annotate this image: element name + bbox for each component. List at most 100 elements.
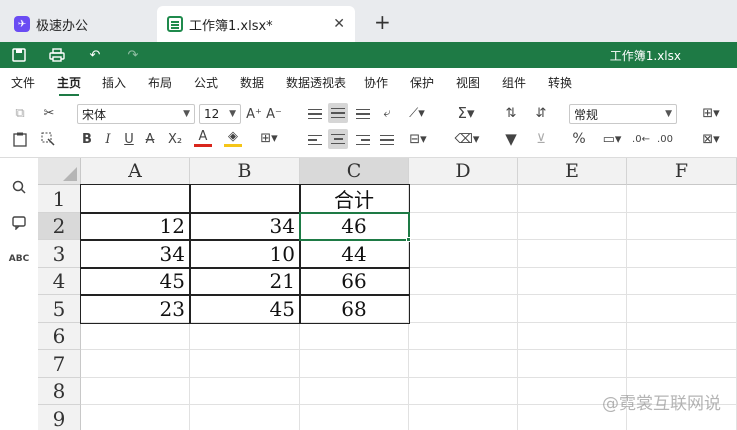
cell-c3[interactable]: 44	[300, 240, 409, 268]
cell-b1[interactable]	[190, 185, 300, 213]
copy-icon[interactable]: ⧉	[12, 105, 28, 121]
search-icon[interactable]	[10, 178, 28, 196]
cell-d7[interactable]	[409, 350, 518, 378]
cell-a8[interactable]	[81, 378, 190, 405]
paste-icon[interactable]	[12, 131, 28, 147]
menu-layout[interactable]: 布局	[148, 74, 172, 91]
menu-components[interactable]: 组件	[502, 74, 526, 91]
menu-collaborate[interactable]: 协作	[364, 74, 388, 91]
menu-formula[interactable]: 公式	[194, 74, 218, 91]
cell-b3[interactable]: 10	[190, 240, 300, 268]
italic-button[interactable]: I	[100, 131, 116, 147]
cell-e4[interactable]	[518, 268, 627, 295]
cell-e6[interactable]	[518, 323, 627, 350]
cell-f3[interactable]	[627, 240, 737, 268]
column-header-e[interactable]: E	[518, 158, 627, 185]
subscript-button[interactable]: X₂	[162, 131, 188, 147]
increase-decimal-icon[interactable]: .0←	[632, 130, 650, 148]
row-header-1[interactable]: 1	[38, 185, 81, 213]
cell-e2[interactable]	[518, 213, 627, 240]
cell-c1[interactable]: 合计	[300, 185, 409, 213]
row-header-7[interactable]: 7	[38, 350, 81, 378]
cell-a5[interactable]: 23	[81, 295, 190, 323]
cell-f5[interactable]	[627, 295, 737, 323]
cell-f4[interactable]	[627, 268, 737, 295]
cell-b4[interactable]: 21	[190, 268, 300, 295]
justify-icon[interactable]	[378, 132, 396, 148]
column-header-d[interactable]: D	[409, 158, 518, 185]
cell-e5[interactable]	[518, 295, 627, 323]
cut-icon[interactable]: ✂	[40, 104, 58, 122]
row-header-6[interactable]: 6	[38, 323, 81, 350]
cell-c2[interactable]: 46	[300, 213, 409, 240]
sum-icon[interactable]: Σ▾	[452, 104, 480, 122]
column-header-c[interactable]: C	[300, 158, 409, 185]
cell-b7[interactable]	[190, 350, 300, 378]
wrap-text-icon[interactable]: ⤶	[378, 104, 396, 122]
cell-e1[interactable]	[518, 185, 627, 213]
sort-descending-icon[interactable]: ⇵	[532, 104, 550, 122]
cell-a7[interactable]	[81, 350, 190, 378]
cell-b6[interactable]	[190, 323, 300, 350]
cell-b5[interactable]: 45	[190, 295, 300, 323]
strikethrough-button[interactable]: A	[142, 131, 158, 147]
delete-cells-icon[interactable]: ⊠▾	[696, 130, 726, 148]
menu-file[interactable]: 文件	[11, 74, 35, 91]
cell-b8[interactable]	[190, 378, 300, 405]
menu-pivot-table[interactable]: 数据透视表	[286, 74, 346, 91]
bold-button[interactable]: B	[79, 131, 95, 147]
cell-c4[interactable]: 66	[300, 268, 409, 295]
insert-cells-icon[interactable]: ⊞▾	[696, 104, 726, 122]
row-header-5[interactable]: 5	[38, 295, 81, 323]
percent-button[interactable]: %	[570, 130, 588, 148]
row-header-3[interactable]: 3	[38, 240, 81, 268]
cell-f7[interactable]	[627, 350, 737, 378]
font-color-button[interactable]: A	[194, 129, 212, 147]
align-left-icon[interactable]	[306, 132, 324, 148]
cell-b2[interactable]: 34	[190, 213, 300, 240]
spellcheck-icon[interactable]: ABC	[9, 250, 29, 268]
row-header-2[interactable]: 2	[38, 213, 81, 240]
font-name-select[interactable]: 宋体 ▼	[77, 104, 195, 124]
cell-e3[interactable]	[518, 240, 627, 268]
cell-d8[interactable]	[409, 378, 518, 405]
underline-button[interactable]: U	[121, 131, 137, 147]
row-header-4[interactable]: 4	[38, 268, 81, 295]
cell-c6[interactable]	[300, 323, 409, 350]
redo-icon[interactable]: ↷	[124, 46, 142, 64]
cell-a3[interactable]: 34	[81, 240, 190, 268]
cell-d1[interactable]	[409, 185, 518, 213]
menu-view[interactable]: 视图	[456, 74, 480, 91]
orientation-icon[interactable]: ⟋▾	[402, 104, 432, 122]
menu-home[interactable]: 主页	[57, 74, 81, 96]
menu-protect[interactable]: 保护	[410, 74, 434, 91]
menu-insert[interactable]: 插入	[102, 74, 126, 91]
cell-d3[interactable]	[409, 240, 518, 268]
align-right-icon[interactable]	[354, 132, 372, 148]
row-header-8[interactable]: 8	[38, 378, 81, 405]
number-format-select[interactable]: 常规 ▼	[569, 104, 677, 124]
row-header-9[interactable]: 9	[38, 405, 81, 430]
close-icon[interactable]: ✕	[333, 16, 345, 32]
cell-c9[interactable]	[300, 405, 409, 430]
cell-a1[interactable]	[81, 185, 190, 213]
cell-a6[interactable]	[81, 323, 190, 350]
shrink-font-button[interactable]: A⁻	[265, 105, 283, 123]
undo-icon[interactable]: ↶	[86, 46, 104, 64]
cell-a2[interactable]: 12	[81, 213, 190, 240]
align-center-icon[interactable]	[328, 129, 348, 149]
fill-color-icon[interactable]: ◈	[224, 129, 242, 147]
cell-f2[interactable]	[627, 213, 737, 240]
cell-c5[interactable]: 68	[300, 295, 409, 323]
cell-a9[interactable]	[81, 405, 190, 430]
grow-font-button[interactable]: A⁺	[245, 105, 263, 123]
decrease-decimal-icon[interactable]: .00	[656, 130, 674, 148]
menu-data[interactable]: 数据	[240, 74, 264, 91]
menu-convert[interactable]: 转换	[548, 74, 572, 91]
cell-d6[interactable]	[409, 323, 518, 350]
cell-c8[interactable]	[300, 378, 409, 405]
cell-e7[interactable]	[518, 350, 627, 378]
cell-f6[interactable]	[627, 323, 737, 350]
align-bottom-icon[interactable]	[354, 106, 372, 122]
select-all-corner[interactable]	[38, 158, 81, 185]
